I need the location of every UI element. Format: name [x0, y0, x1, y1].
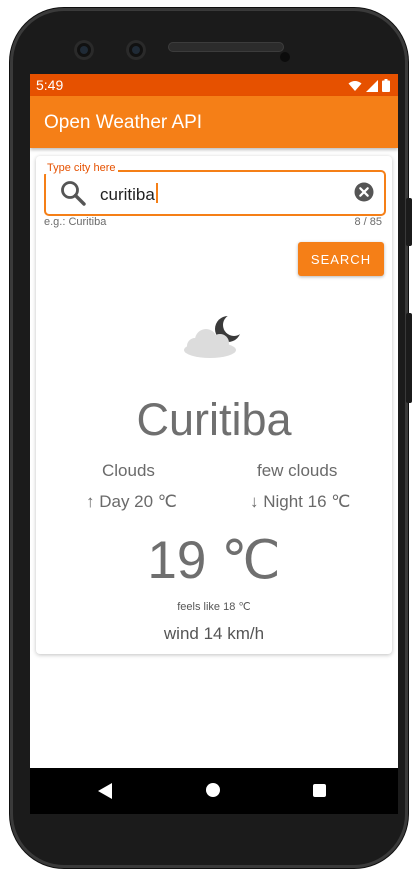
- status-time: 5:49: [36, 77, 64, 93]
- status-icons: [348, 79, 390, 92]
- weather-card: curitiba Type city here e.g.: Curitiba 8…: [36, 156, 392, 654]
- back-icon[interactable]: [98, 783, 112, 799]
- front-camera-left: [74, 40, 94, 60]
- home-icon[interactable]: [206, 783, 220, 797]
- day-temperature: ↑ Day 20 ℃: [86, 492, 177, 511]
- city-search-input[interactable]: curitiba: [100, 183, 340, 205]
- wifi-icon: [348, 80, 362, 91]
- night-temperature: ↓ Night 16 ℃: [250, 492, 351, 511]
- feels-like: feels like 18 ℃: [177, 601, 251, 613]
- wind-speed: wind 14 km/h: [163, 624, 265, 643]
- city-name: Curitiba: [136, 394, 292, 445]
- status-bar: 5:49: [30, 74, 398, 96]
- city-search-label: Type city here: [44, 162, 119, 174]
- few-clouds-night-icon: [184, 314, 245, 358]
- signal-icon: [366, 79, 378, 92]
- recent-apps-icon[interactable]: [313, 784, 326, 797]
- earpiece-speaker: [168, 42, 284, 52]
- front-camera-right: [126, 40, 146, 60]
- app-title: Open Weather API: [44, 112, 203, 133]
- power-button: [406, 198, 412, 246]
- city-search-value: curitiba: [100, 185, 155, 204]
- screen: 5:49 Open Weather API curitiba Type city…: [30, 74, 398, 814]
- search-icon: [61, 181, 86, 206]
- battery-icon: [382, 79, 390, 92]
- search-helper-text: e.g.: Curitiba: [44, 216, 107, 228]
- text-caret: [155, 183, 158, 203]
- proximity-sensor: [280, 52, 290, 62]
- app-bar: Open Weather API: [30, 96, 398, 148]
- weather-description: few clouds: [257, 461, 338, 480]
- current-temperature: 19 ℃: [147, 531, 281, 590]
- volume-button: [406, 313, 412, 403]
- clear-text-icon[interactable]: [354, 182, 374, 202]
- character-counter: 8 / 85: [354, 216, 382, 228]
- weather-main: Clouds: [102, 461, 155, 480]
- search-button[interactable]: SEARCH: [298, 242, 384, 276]
- city-search-field[interactable]: curitiba: [44, 170, 386, 216]
- navigation-bar: [30, 768, 398, 814]
